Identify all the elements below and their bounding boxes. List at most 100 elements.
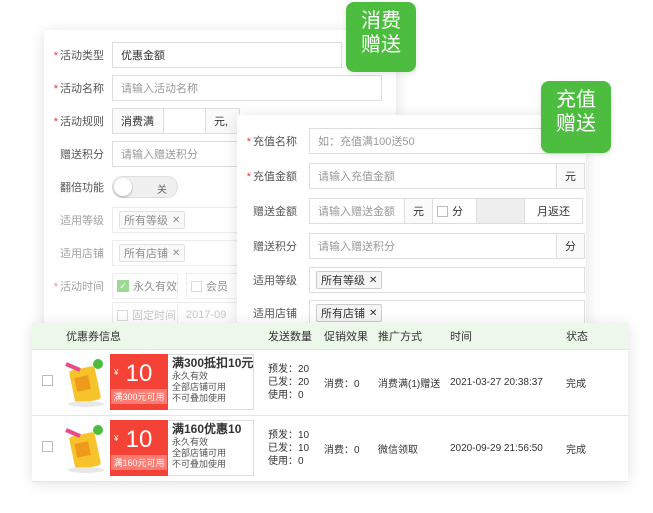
recharge-name-row: * 充值名称 如：充值满100送50 [237, 128, 585, 154]
front-store-tag: 所有店铺 ✕ [316, 304, 383, 322]
row-checkbox[interactable] [41, 441, 53, 452]
checkbox-icon [117, 309, 128, 321]
front-level-tag-text: 所有等级 [321, 275, 365, 287]
coupon-validity: 永久有效 [172, 371, 209, 381]
coupon-amount-block: ¥ 10 满160元可用 [110, 420, 168, 476]
promo-effect: 消费：0 [324, 349, 378, 416]
yen-symbol: ¥ [114, 434, 119, 443]
gift-bag-icon [62, 354, 110, 410]
checkbox-icon [191, 280, 202, 292]
member-text: 会员 [206, 281, 228, 293]
consume-gift-badge: 消费 赠送 [346, 2, 416, 72]
table-row[interactable]: ¥ 10 满300元可用 满300抵扣10元 永久有效 全部店铺可用 不可叠加使… [32, 349, 628, 416]
bonus-period-option[interactable]: 分 [433, 198, 477, 224]
bonus-amount-unit: 元 [405, 198, 433, 224]
close-icon[interactable]: ✕ [369, 308, 377, 319]
bonus-period-input[interactable] [477, 198, 525, 224]
activity-rule-row: * 活动规则 消费满 元, [44, 108, 240, 134]
bonus-return-suffix: 月返还 [525, 198, 583, 224]
coupon-amount: 10 [125, 425, 153, 453]
check-icon: ✓ [117, 280, 129, 292]
activity-name-input[interactable]: 请输入活动名称 [112, 75, 382, 101]
issued-count: 已发：10 [268, 442, 310, 454]
recharge-amount-row: * 充值金额 请输入充值金额 元 [237, 163, 585, 189]
table-header-row: 优惠券信息 发送数量 促销效果 推广方式 时间 状态 [32, 323, 628, 350]
close-icon[interactable]: ✕ [369, 275, 377, 286]
coupon-stacking: 不可叠加使用 [172, 393, 227, 403]
activity-type-row: * 活动类型 优惠金额 [44, 42, 342, 68]
coupon-condition: 满160元可用 [111, 454, 167, 470]
recharge-amount-input[interactable]: 请输入充值金额 [309, 163, 557, 189]
col-time: 时间 [450, 323, 566, 350]
level-tag-text: 所有等级 [124, 215, 168, 227]
coupon-validity: 永久有效 [172, 437, 209, 447]
sent-count: 预发：20 [268, 363, 310, 375]
sent-count: 预发：10 [268, 429, 310, 441]
rule-unit: 元, [206, 108, 240, 134]
recharge-gift-form: * 充值名称 如：充值满100送50 * 充值金额 请输入充值金额 元 赠送金额 请… [237, 115, 586, 330]
coupon-card: ¥ 10 满160元可用 满160优惠10 永久有效 全部店铺可用 不可叠加使用 [62, 420, 268, 476]
permanent-option[interactable]: ✓ 永久有效 [112, 273, 178, 299]
col-status: 状态 [566, 323, 628, 350]
bonus-amount-input[interactable]: 请输入赠送金额 [309, 198, 405, 224]
activity-type-select[interactable]: 优惠金额 [112, 42, 342, 68]
fixed-time-text: 固定时间 [132, 310, 176, 322]
col-coupon-info: 优惠券信息 [62, 323, 268, 350]
level-tag: 所有等级 ✕ [119, 211, 186, 229]
used-count: 使用：0 [268, 455, 304, 467]
time-label: 活动时间 [60, 281, 104, 293]
status-badge: 完成 [566, 415, 628, 482]
used-count: 使用：0 [268, 389, 304, 401]
col-sent-count: 发送数量 [268, 323, 324, 350]
activity-rule-label: 活动规则 [60, 116, 104, 128]
bonus-amount-row: 赠送金额 请输入赠送金额 元 分 月返还 [237, 198, 583, 224]
coupon-stores: 全部店铺可用 [172, 382, 227, 392]
close-icon[interactable]: ✕ [172, 248, 180, 259]
yen-symbol: ¥ [114, 368, 119, 377]
issued-count: 已发：20 [268, 376, 310, 388]
promo-method: 消费满(1)赠送 [378, 349, 450, 416]
close-icon[interactable]: ✕ [172, 215, 180, 226]
coupon-condition: 满300元可用 [111, 388, 167, 404]
toggle-text: 关 [157, 185, 167, 196]
front-bonus-points-row: 赠送积分 请输入赠送积分 分 [237, 233, 585, 259]
front-store-label: 适用店铺 [253, 308, 297, 320]
front-level-row: 适用等级 所有等级 ✕ [237, 267, 585, 293]
front-bonus-points-label: 赠送积分 [253, 241, 297, 253]
col-promo: 推广方式 [378, 323, 450, 350]
coupon-details: 满300抵扣10元 永久有效 全部店铺可用 不可叠加使用 [168, 354, 254, 410]
coupon-stores: 全部店铺可用 [172, 448, 227, 458]
checkbox-icon [437, 205, 448, 217]
double-toggle[interactable]: 关 [112, 176, 178, 198]
double-feature-row: 翻倍功能 关 [44, 174, 178, 200]
activity-type-label: 活动类型 [60, 50, 104, 62]
coupon-stacking: 不可叠加使用 [172, 459, 227, 469]
front-level-label: 适用等级 [253, 275, 297, 287]
coupon-title: 满160优惠10 [172, 422, 242, 436]
gift-bag-icon [62, 420, 110, 476]
table-row[interactable]: ¥ 10 满160元可用 满160优惠10 永久有效 全部店铺可用 不可叠加使用 [32, 415, 628, 482]
bonus-amount-label: 赠送金额 [253, 206, 297, 218]
col-effect: 促销效果 [324, 323, 378, 350]
coupon-title: 满300抵扣10元 [172, 356, 254, 370]
store-tag-text: 所有店铺 [124, 248, 168, 260]
front-level-select[interactable]: 所有等级 ✕ [309, 267, 585, 293]
recharge-name-label: 充值名称 [253, 136, 297, 148]
activity-name-label: 活动名称 [60, 83, 104, 95]
rule-prefix: 消费满 [112, 108, 164, 134]
store-label: 适用店铺 [60, 248, 104, 260]
rule-amount-input[interactable] [164, 108, 206, 134]
toggle-knob [114, 178, 132, 196]
recharge-amount-unit: 元 [557, 163, 585, 189]
time-row: * 活动时间 ✓ 永久有效 会员 [44, 273, 252, 299]
recharge-gift-badge: 充值 赠送 [541, 81, 611, 153]
row-checkbox[interactable] [41, 375, 53, 386]
front-bonus-points-input[interactable]: 请输入赠送积分 [309, 233, 557, 259]
promo-method: 微信领取 [378, 415, 450, 482]
bonus-period-unit: 分 [452, 206, 463, 218]
front-bonus-points-unit: 分 [557, 233, 585, 259]
bonus-points-label: 赠送积分 [60, 149, 104, 161]
promo-effect: 消费：0 [324, 415, 378, 482]
front-level-tag: 所有等级 ✕ [316, 271, 383, 289]
double-feature-label: 翻倍功能 [60, 182, 104, 194]
